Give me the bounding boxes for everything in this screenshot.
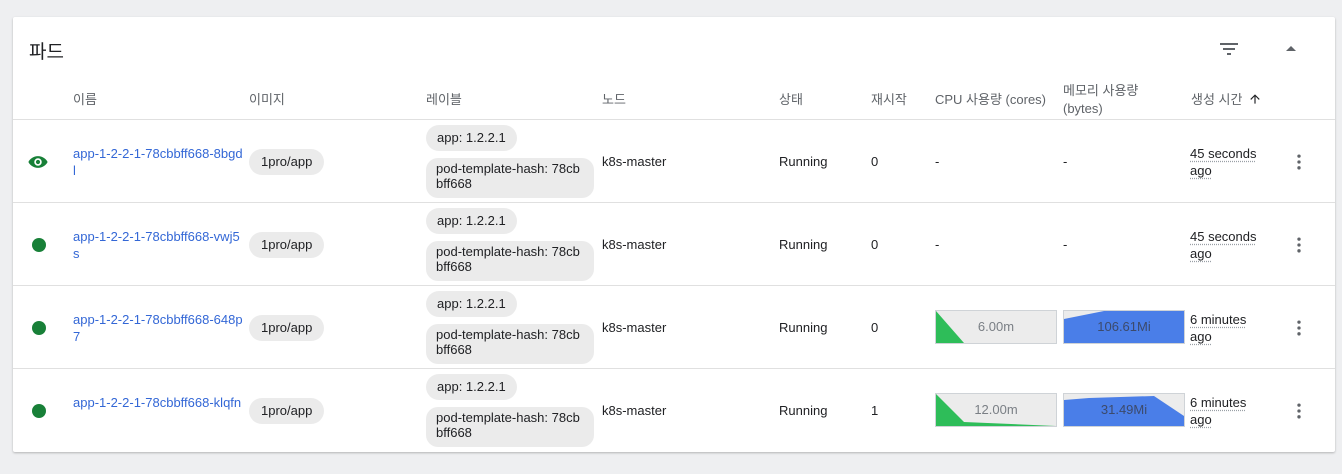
check-circle-icon <box>31 320 47 336</box>
status-text: Running <box>779 320 828 335</box>
cpu-usage: 12.00m <box>974 402 1018 417</box>
cpu-sparkline: 12.00m <box>935 393 1057 427</box>
node-link[interactable]: k8s-master <box>602 153 666 170</box>
created-age: 6 minutes ago <box>1190 312 1247 344</box>
label-chip-app: app: 1.2.2.1 <box>426 208 517 234</box>
table-row: app-1-2-2-1-78cbbff668-klqfn 1pro/app app:… <box>13 369 1335 452</box>
more-vert-icon[interactable] <box>1289 152 1309 172</box>
node-link[interactable]: k8s-master <box>602 402 666 419</box>
table-row: app-1-2-2-1-78cbbff668-8bgdl 1pro/app app:… <box>13 120 1335 203</box>
restarts-count: 0 <box>871 320 879 335</box>
node-link[interactable]: k8s-master <box>602 319 666 336</box>
pods-card: 파드 이름 이미지 레이블 노드 상태 재시작 CPU 사용량 (cores) … <box>13 17 1335 452</box>
image-chip: 1pro/app <box>249 232 325 258</box>
table-header: 이름 이미지 레이블 노드 상태 재시작 CPU 사용량 (cores) 메모리… <box>13 81 1335 120</box>
more-vert-icon[interactable] <box>1289 401 1309 421</box>
table-row: app-1-2-2-1-78cbbff668-vwj5s 1pro/app app:… <box>13 203 1335 286</box>
card-title: 파드 <box>29 42 64 63</box>
check-circle-icon <box>31 237 47 253</box>
header-image: 이미지 <box>249 92 285 107</box>
pod-name-link[interactable]: app-1-2-2-1-78cbbff668-8bgdl <box>73 145 243 179</box>
label-chip-app: app: 1.2.2.1 <box>426 374 517 400</box>
eye-icon <box>28 154 48 170</box>
memory-usage: - <box>1063 154 1068 169</box>
image-chip: 1pro/app <box>249 149 325 175</box>
label-chip-hash: pod-template-hash: 78cbbff668 <box>426 158 594 198</box>
header-restarts[interactable]: 재시작 <box>871 91 907 109</box>
image-chip: 1pro/app <box>249 315 325 341</box>
header-cpu: CPU 사용량 (cores) <box>935 92 1046 107</box>
header-memory: 메모리 사용량 (bytes) <box>1063 83 1139 116</box>
cpu-usage: - <box>935 237 940 252</box>
more-vert-icon[interactable] <box>1289 318 1309 338</box>
label-chip-app: app: 1.2.2.1 <box>426 125 517 151</box>
pod-name-link[interactable]: app-1-2-2-1-78cbbff668-klqfn <box>73 394 243 411</box>
pod-name-link[interactable]: app-1-2-2-1-78cbbff668-648p7 <box>73 311 243 345</box>
memory-sparkline: 31.49Mi <box>1063 393 1185 427</box>
memory-usage: - <box>1063 237 1068 252</box>
restarts-count: 0 <box>871 154 879 169</box>
check-circle-icon <box>31 403 47 419</box>
status-text: Running <box>779 154 828 169</box>
image-chip: 1pro/app <box>249 398 325 424</box>
pod-name-link[interactable]: app-1-2-2-1-78cbbff668-vwj5s <box>73 228 243 262</box>
restarts-count: 1 <box>871 403 879 418</box>
created-age: 45 seconds ago <box>1190 146 1257 178</box>
label-chip-hash: pod-template-hash: 78cbbff668 <box>426 324 594 364</box>
header-labels: 레이블 <box>426 92 462 107</box>
label-chip-hash: pod-template-hash: 78cbbff668 <box>426 241 594 281</box>
memory-sparkline: 106.61Mi <box>1063 310 1185 344</box>
memory-usage: 106.61Mi <box>1097 319 1151 334</box>
status-text: Running <box>779 237 828 252</box>
table-row: app-1-2-2-1-78cbbff668-648p7 1pro/app app:… <box>13 286 1335 369</box>
label-chip-app: app: 1.2.2.1 <box>426 291 517 317</box>
more-vert-icon[interactable] <box>1289 235 1309 255</box>
filter-icon[interactable] <box>1217 37 1241 61</box>
cpu-usage: - <box>935 154 940 169</box>
created-age: 6 minutes ago <box>1190 395 1247 427</box>
header-name[interactable]: 이름 <box>73 91 97 109</box>
memory-usage: 31.49Mi <box>1100 402 1148 417</box>
label-chip-hash: pod-template-hash: 78cbbff668 <box>426 407 594 447</box>
arrow-up-icon <box>1250 94 1260 104</box>
created-age: 45 seconds ago <box>1190 229 1257 261</box>
header-node[interactable]: 노드 <box>602 91 626 109</box>
header-created[interactable]: 생성 시간 <box>1191 91 1262 109</box>
collapse-icon[interactable] <box>1279 37 1303 61</box>
header-status[interactable]: 상태 <box>779 91 803 109</box>
node-link[interactable]: k8s-master <box>602 236 666 253</box>
cpu-sparkline: 6.00m <box>935 310 1057 344</box>
restarts-count: 0 <box>871 237 879 252</box>
cpu-usage: 6.00m <box>977 319 1015 334</box>
status-text: Running <box>779 403 828 418</box>
header-created-label: 생성 시간 <box>1191 92 1243 107</box>
